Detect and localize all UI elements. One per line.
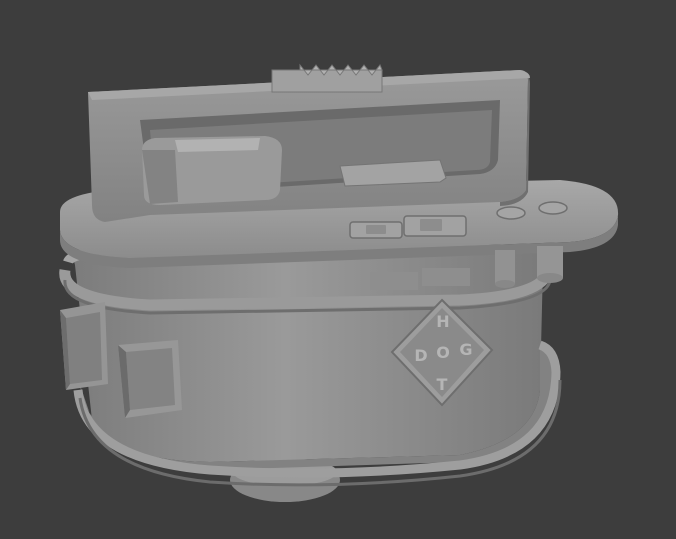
- grip-comb: [271, 63, 383, 93]
- logo-letter-t: T: [437, 375, 448, 394]
- logo-letter-h: H: [436, 312, 449, 331]
- logo-letter-o: O: [436, 343, 450, 362]
- logo-letter-g: G: [459, 340, 472, 359]
- logo-letter-d: D: [414, 346, 427, 365]
- 3d-viewport[interactable]: H D O G T: [0, 0, 676, 539]
- inner-box: [142, 136, 282, 205]
- hotdog-device-model: H D O G T: [59, 63, 619, 502]
